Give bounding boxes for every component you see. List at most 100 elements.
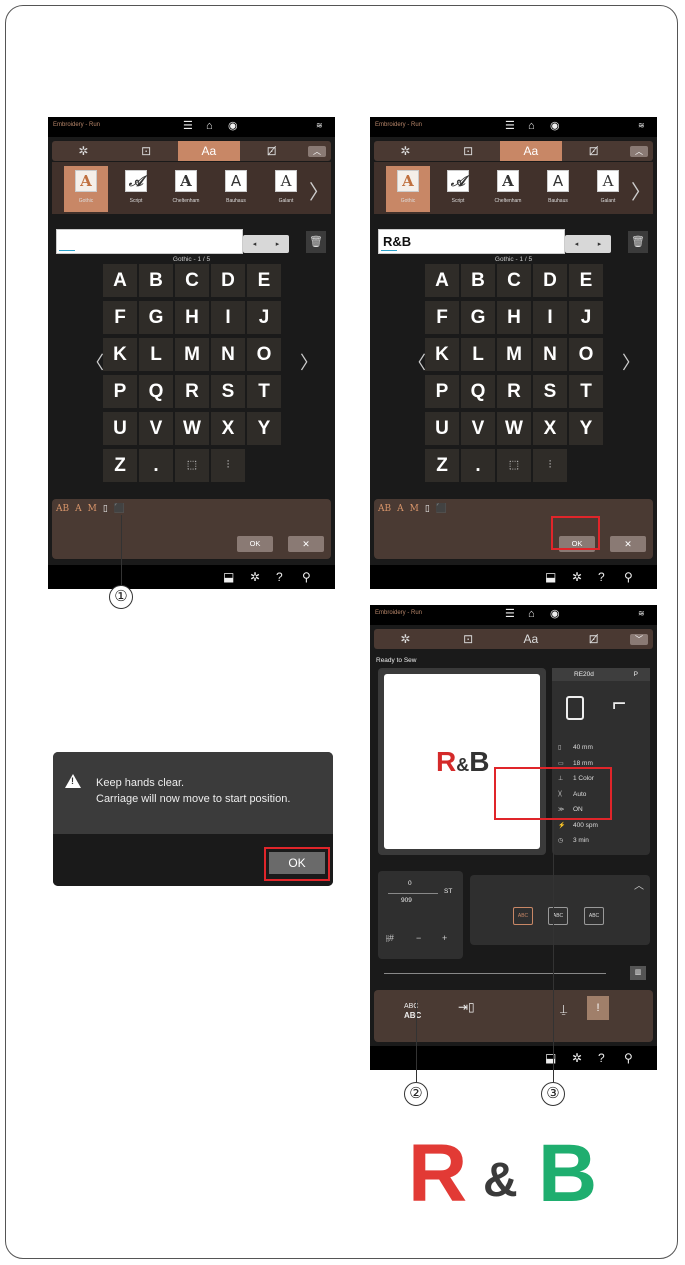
gear-icon[interactable]: ✲ [250, 570, 260, 584]
delete-button[interactable]: 🗑 [628, 231, 648, 253]
cancel-button[interactable]: ✕ [288, 536, 324, 552]
help-icon[interactable]: ? [598, 570, 605, 584]
key[interactable]: Y [569, 412, 603, 445]
key[interactable]: E [247, 264, 281, 297]
key[interactable]: C [175, 264, 209, 297]
key[interactable]: W [497, 412, 531, 445]
tab-lettering[interactable]: Aa [177, 141, 241, 161]
period-key[interactable]: . [461, 449, 495, 482]
key[interactable]: L [139, 338, 173, 371]
key[interactable]: P [425, 375, 459, 408]
file-icon[interactable]: ▯ [425, 504, 430, 514]
key[interactable]: B [139, 264, 173, 297]
cursor-buttons[interactable]: ◂ ▸ [243, 235, 289, 253]
font-script[interactable]: 𝒜 Script [436, 166, 480, 212]
home-icon[interactable]: ⌂ [206, 120, 213, 132]
tab-patterns[interactable]: ✲ [374, 629, 437, 649]
needle-icon[interactable]: ⍊ [560, 1002, 567, 1017]
key[interactable]: A [103, 264, 137, 297]
font-cheltenham[interactable]: A Cheltenham [164, 166, 208, 212]
cursor-right-icon[interactable]: ▸ [598, 240, 602, 248]
stitch-slider[interactable] [384, 973, 606, 974]
keyboard-next-arrow[interactable]: 〉 [300, 349, 318, 375]
trace-button-left[interactable]: ABC [513, 907, 533, 925]
key[interactable]: X [211, 412, 245, 445]
text-size-icon[interactable]: AB [378, 504, 391, 514]
save-icon[interactable]: ⬛ [114, 504, 125, 514]
key[interactable]: O [569, 338, 603, 371]
collapse-button[interactable]: ︿ [625, 141, 653, 161]
menu-icon[interactable]: ☰ [505, 608, 515, 620]
tab-designs[interactable]: ⊡ [115, 141, 178, 161]
slider-toggle-button[interactable]: ▥ [630, 966, 646, 980]
key[interactable]: T [247, 375, 281, 408]
key[interactable]: M [497, 338, 531, 371]
key[interactable]: K [425, 338, 459, 371]
key[interactable]: W [175, 412, 209, 445]
collapse-button[interactable]: ︿ [303, 141, 331, 161]
key[interactable]: G [461, 301, 495, 334]
key[interactable]: Q [139, 375, 173, 408]
key[interactable]: J [247, 301, 281, 334]
key[interactable]: M [175, 338, 209, 371]
key[interactable]: S [211, 375, 245, 408]
key[interactable]: E [569, 264, 603, 297]
key[interactable]: H [175, 301, 209, 334]
key[interactable]: F [103, 301, 137, 334]
key[interactable]: Q [461, 375, 495, 408]
key[interactable]: G [139, 301, 173, 334]
key[interactable]: C [497, 264, 531, 297]
font-gothic[interactable]: A Gothic [64, 166, 108, 212]
font-galant[interactable]: A Galant [586, 166, 630, 212]
key[interactable]: T [569, 375, 603, 408]
tab-edit[interactable]: ⊡̸ [562, 141, 625, 161]
key[interactable]: P [103, 375, 137, 408]
tab-designs[interactable]: ⊡ [437, 629, 500, 649]
trace-button-right[interactable]: ABC [584, 907, 604, 925]
gear-icon[interactable]: ✲ [572, 570, 582, 584]
text-input[interactable]: R&B [378, 229, 565, 254]
key[interactable]: X [533, 412, 567, 445]
letter-size-icon[interactable]: A [75, 504, 82, 514]
wrench-icon[interactable]: ⚲ [302, 570, 311, 584]
save-icon[interactable]: ⬓ [545, 570, 556, 584]
keyboard-next-arrow[interactable]: 〉 [622, 349, 640, 375]
enter-icon[interactable]: ⇥▯ [458, 1000, 475, 1014]
tab-edit[interactable]: ⊡̸ [562, 629, 625, 649]
home-icon[interactable]: ⌂ [528, 120, 535, 132]
save-icon[interactable]: ⬓ [545, 1051, 556, 1065]
ok-button[interactable]: OK [237, 536, 273, 552]
key[interactable]: A [425, 264, 459, 297]
tab-edit[interactable]: ⊡̸ [240, 141, 303, 161]
space-key[interactable]: ⬚ [497, 449, 531, 482]
font-script[interactable]: 𝒜 Script [114, 166, 158, 212]
key[interactable]: D [533, 264, 567, 297]
size-select-icon[interactable]: M [88, 504, 97, 514]
delete-button[interactable]: 🗑 [306, 231, 326, 253]
letter-spacing-icon[interactable]: ABC ABC [404, 1002, 421, 1021]
chevron-up-icon[interactable]: ︿ [634, 877, 644, 892]
key[interactable]: R [497, 375, 531, 408]
size-select-icon[interactable]: M [410, 504, 419, 514]
key[interactable]: D [211, 264, 245, 297]
jump-icon[interactable]: ⫲# [386, 933, 394, 944]
key[interactable]: N [533, 338, 567, 371]
plus-button[interactable]: + [442, 933, 447, 943]
narrow-space-key[interactable]: ⫶ [533, 449, 567, 482]
font-galant[interactable]: A Galant [264, 166, 308, 212]
keyboard-prev-arrow[interactable]: 〈 [86, 349, 104, 375]
key[interactable]: S [533, 375, 567, 408]
save-icon[interactable]: ⬓ [223, 570, 234, 584]
brand-icon[interactable]: ◉ [550, 120, 560, 132]
key[interactable]: L [461, 338, 495, 371]
file-icon[interactable]: ▯ [103, 504, 108, 514]
tab-lettering[interactable]: Aa [499, 141, 563, 161]
font-next-arrow[interactable]: 〉 [309, 176, 329, 205]
key[interactable]: H [497, 301, 531, 334]
key[interactable]: I [533, 301, 567, 334]
key[interactable]: K [103, 338, 137, 371]
cursor-right-icon[interactable]: ▸ [276, 240, 280, 248]
brand-icon[interactable]: ◉ [228, 120, 238, 132]
save-icon[interactable]: ⬛ [436, 504, 447, 514]
key[interactable]: J [569, 301, 603, 334]
